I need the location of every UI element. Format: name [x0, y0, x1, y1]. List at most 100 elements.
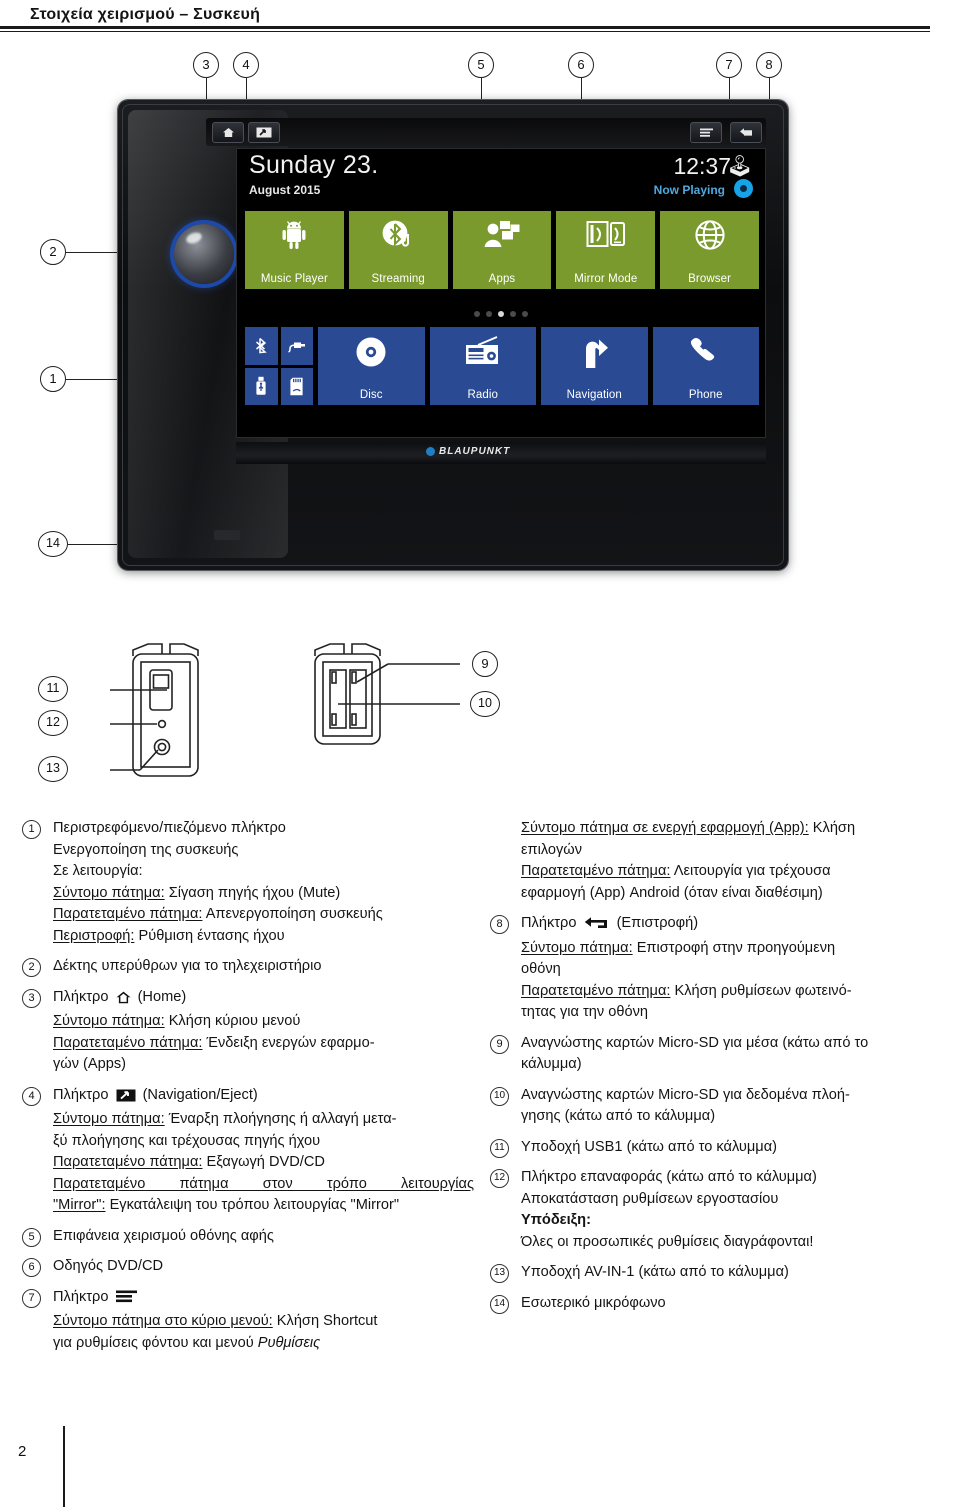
- callout-14: 14: [38, 531, 68, 557]
- tile-label: Streaming: [371, 273, 425, 285]
- tile-usb[interactable]: [245, 367, 278, 405]
- callout-10: 10: [470, 691, 500, 717]
- legend-term: "Mirror":: [53, 1197, 106, 1213]
- back-icon: [739, 128, 752, 136]
- callout-7: 7: [716, 52, 742, 78]
- legend-desc: Λειτουργία για τρέχουσα: [670, 863, 831, 879]
- navigation-eject-icon: [116, 1088, 136, 1110]
- tile-label: Navigation: [566, 389, 622, 401]
- tile-disc[interactable]: Disc: [318, 327, 425, 405]
- back-button[interactable]: [730, 122, 762, 143]
- callout-4: 4: [233, 52, 259, 78]
- legend-entry-12: 12 Πλήκτρο επαναφοράς (κάτω από το κάλυμ…: [490, 1167, 942, 1253]
- legend-menu-name: Ρυθμίσεις: [257, 1334, 321, 1351]
- navigation-arrow-icon: [541, 335, 648, 369]
- navigation-eject-icon: [256, 127, 272, 138]
- legend-number: 1: [22, 820, 41, 839]
- tile-apps[interactable]: Apps: [452, 211, 552, 289]
- legend-entry-13: 13 Υποδοχή AV-IN-1 (κάτω από το κάλυμμα): [490, 1262, 942, 1284]
- device-bezel-top: [206, 118, 766, 146]
- legend-line: Οδηγός DVD/CD: [53, 1258, 164, 1274]
- legend-desc: Απενεργοποίηση συσκευής: [202, 906, 383, 922]
- legend-term: Σύντομο πάτημα στο κύριο μενού:: [53, 1313, 273, 1329]
- legend-line: Εσωτερικό μικρόφωνο: [521, 1294, 666, 1311]
- legend-desc: για ρυθμίσεις φόντου και μενού: [53, 1334, 258, 1351]
- legend-entry-4: 4 Πλήκτρο (Navigation/Eject) Σύντομο πάτ…: [22, 1085, 474, 1217]
- usb-icon: [256, 377, 266, 396]
- legend-line: Παρατεταμένο πάτημα στον τρόπο λειτουργί…: [53, 1174, 474, 1196]
- bluetooth-audio-icon: [349, 219, 448, 251]
- tile-sd-card[interactable]: [280, 367, 313, 405]
- callout-9: 9: [472, 651, 498, 677]
- legend-line: επιλογών: [521, 841, 582, 858]
- tile-navigation[interactable]: Navigation: [541, 327, 648, 405]
- legend-line: ξύ πλοήγησης και τρέχουσας πηγής ήχου: [53, 1132, 321, 1149]
- legend-term: Παρατεταμένο πάτημα:: [521, 982, 671, 999]
- menu-icon: [699, 128, 713, 137]
- legend-desc: Ρύθμιση έντασης ήχου: [134, 927, 285, 944]
- page-title: Στοιχεία χειρισμού – Συσκευή: [30, 6, 261, 23]
- legend-desc: Εξαγωγή DVD/CD: [202, 1154, 325, 1170]
- dot-active: [498, 311, 504, 317]
- tile-label: Disc: [359, 389, 383, 401]
- touchscreen-display[interactable]: Sunday 23. August 2015 12:37 🕹 Now Playi…: [236, 148, 766, 438]
- globe-icon: [660, 219, 759, 251]
- tile-label: Apps: [488, 273, 516, 285]
- legend-term: Παρατεταμένο πάτημα:: [53, 1034, 203, 1051]
- legend-entry-8: 8 Πλήκτρο (Επιστροφή) Σύντομο πάτημα: Επ…: [490, 913, 942, 1024]
- tile-music-player[interactable]: Music Player: [245, 211, 344, 289]
- leader-3: [206, 78, 208, 100]
- legend-line: Πλήκτρο (Home): [53, 987, 474, 1012]
- tile-phone[interactable]: Phone: [652, 327, 760, 405]
- legend-entry-6: 6 Οδηγός DVD/CD: [22, 1256, 474, 1278]
- callout-13: 13: [38, 756, 68, 782]
- now-playing-label: Now Playing: [653, 183, 725, 197]
- tile-row-primary: Music Player Streaming Apps Mirror Mode …: [245, 211, 759, 289]
- callout-2: 2: [40, 239, 66, 265]
- legend-desc-after: (Navigation/Eject): [142, 1086, 258, 1103]
- legend-line: Πλήκτρο (Navigation/Eject): [53, 1085, 474, 1110]
- tile-radio[interactable]: Radio: [429, 327, 536, 405]
- tile-bluetooth[interactable]: [245, 327, 278, 365]
- device-brand-bar: BLAUPUNKT: [236, 442, 766, 464]
- legend-line: Σύντομο πάτημα στο κύριο μενού: Κλήση Sh…: [53, 1311, 474, 1333]
- legend-desc: Κλήση: [808, 820, 856, 836]
- navigation-eject-button[interactable]: [248, 122, 280, 143]
- tile-streaming[interactable]: Streaming: [348, 211, 448, 289]
- legend-column-left: 1 Περιστρεφόμενο/πιεζόμενο πλήκτρο Ενεργ…: [22, 818, 474, 1363]
- legend-entry-2: 2 Δέκτης υπερύθρων για το τηλεχειριστήρι…: [22, 956, 474, 978]
- home-icon: [116, 990, 131, 1012]
- legend-term: Σύντομο πάτημα σε ενεργή εφαρμογή (App):: [521, 820, 809, 836]
- legend-line: εφαρμογή (App) Android (όταν είναι διαθέ…: [521, 884, 823, 901]
- brand-name: BLAUPUNKT: [439, 446, 511, 457]
- legend-term: Παρατεταμένο πάτημα στον τρόπο λειτουργί…: [53, 1175, 474, 1192]
- android-icon: [245, 219, 344, 251]
- phone-handset-icon: [653, 335, 760, 367]
- tile-browser[interactable]: Browser: [660, 211, 759, 289]
- legend-line: Σύντομο πάτημα: Έναρξη πλοήγησης ή αλλαγ…: [53, 1109, 474, 1131]
- tile-mirror-mode[interactable]: Mirror Mode: [556, 211, 656, 289]
- legend-entry-7: 7 Πλήκτρο Σύντομο πάτημα στο κύριο μενού…: [22, 1287, 474, 1355]
- legend-entry-14: 14 Εσωτερικό μικρόφωνο: [490, 1293, 942, 1315]
- screen-date: Sunday 23.: [249, 151, 379, 179]
- legend-desc: Πλήκτρο: [521, 915, 577, 931]
- legend-line: Παρατεταμένο πάτημα: Εξαγωγή DVD/CD: [53, 1152, 474, 1174]
- legend-number: 4: [22, 1086, 41, 1106]
- legend-line: Πλήκτρο: [53, 1287, 474, 1312]
- brand-dot-icon: [426, 447, 435, 456]
- rotary-push-knob[interactable]: [174, 224, 234, 284]
- home-button[interactable]: [212, 122, 244, 143]
- brand-logo: BLAUPUNKT: [426, 446, 510, 457]
- leader-7: [729, 78, 731, 100]
- header-rule-thick: [0, 26, 930, 29]
- back-icon: [584, 916, 610, 938]
- legend-desc: Πλήκτρο: [53, 1288, 109, 1305]
- legend-desc: Πλήκτρο: [53, 1086, 109, 1103]
- menu-button[interactable]: [690, 122, 722, 143]
- legend-line: Παρατεταμένο πάτημα: Κλήση ρυθμίσεων φωτ…: [521, 981, 942, 1003]
- tile-aux[interactable]: [280, 327, 313, 365]
- now-playing-disc-icon: [734, 179, 753, 198]
- legend-desc: Σίγαση πηγής ήχου (Mute): [164, 884, 341, 901]
- legend-entry-10: 10 Αναγνώστης καρτών Micro-SD για δεδομέ…: [490, 1085, 942, 1128]
- bluetooth-icon: 🕹: [726, 155, 753, 178]
